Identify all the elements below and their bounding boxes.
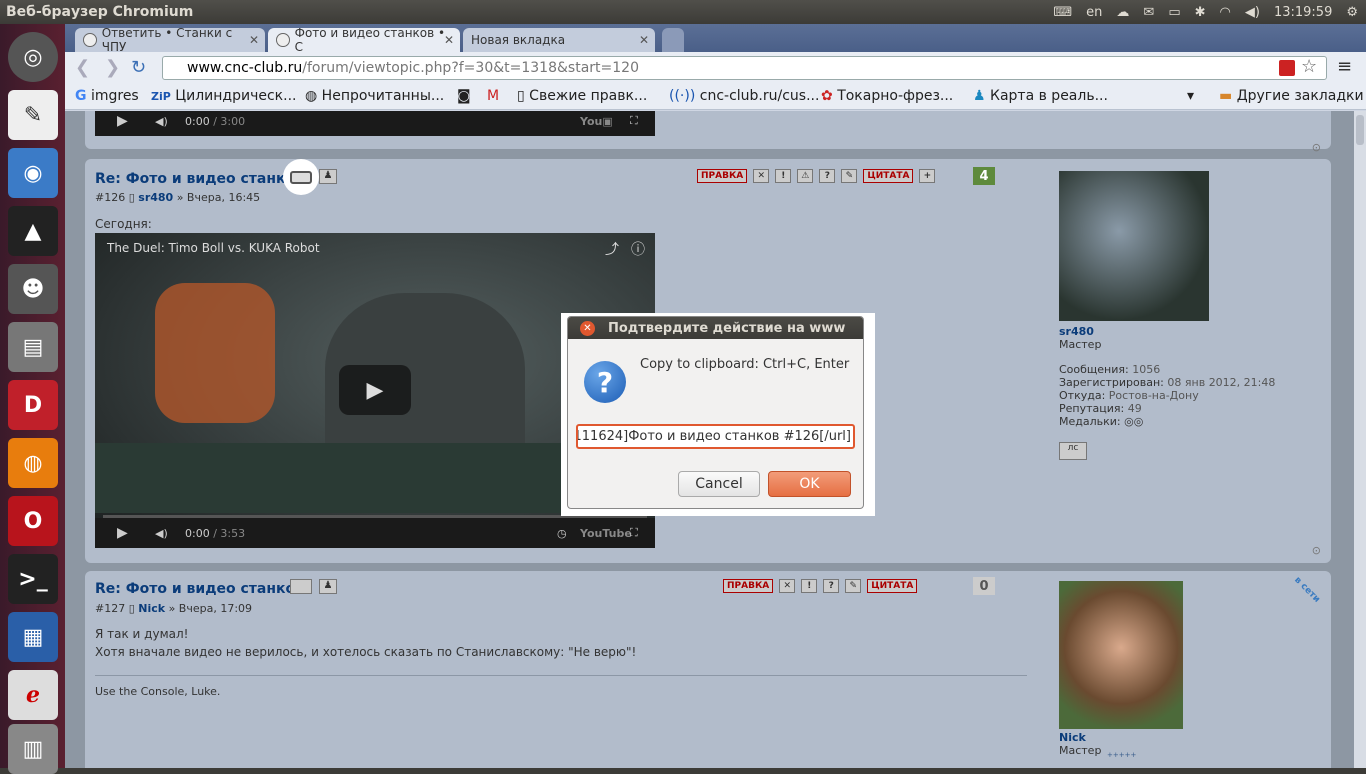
site-favicon-icon: ◍ [305,88,318,104]
unity-launcher: ◎ ✎ ◉ ▲ ☻ ▤ D ◍ O >_ ▦ ℯ ▥ [0,24,65,774]
confirm-dialog: Подтвердите действие на www ✕ ? Copy to … [567,316,864,509]
back-icon[interactable]: ❮ [75,57,90,78]
pidgin-icon[interactable]: ☻ [8,264,58,314]
files-icon[interactable]: ▤ [8,322,58,372]
battery-icon[interactable]: ▭ [1168,5,1180,20]
browser-toolbar: ❮ ❯ ↻ www.cnc-club.ru /forum/viewtopic.p… [65,52,1366,84]
bookmark-star-icon[interactable]: ☆ [1301,56,1317,77]
dialog-message: Copy to clipboard: Ctrl+C, Enter [640,357,850,372]
writer-icon[interactable]: ▦ [8,612,58,662]
gmail-icon: M [487,88,500,104]
tab-photo-video[interactable]: Фото и видео станков • С ✕ [268,26,460,54]
forward-icon[interactable]: ❯ [105,57,120,78]
blender-icon[interactable]: ◍ [8,438,58,488]
bookmark-fresh-edits[interactable]: ▯ Свежие правк... [517,88,647,104]
keyboard-icon[interactable]: ⌨ [1053,5,1072,20]
flash-blocked-icon[interactable] [1279,60,1295,76]
trash-icon[interactable]: ▥ [8,724,58,774]
system-top-bar: Веб-браузер Chromium ⌨ en ☁ ✉ ▭ ✱ ◠ ◀) 1… [0,0,1366,24]
menu-icon[interactable]: ≡ [1337,56,1352,77]
bookmark-icon-1[interactable]: ◙ [457,88,471,104]
tab-reply[interactable]: Ответить • Станки с ЧПУ ✕ [75,26,265,54]
mail-icon[interactable]: ✉ [1143,5,1154,20]
inkscape-icon[interactable]: ▲ [8,206,58,256]
close-tab-icon[interactable]: ✕ [249,33,259,47]
address-bar[interactable]: www.cnc-club.ru /forum/viewtopic.php?f=3… [162,56,1327,80]
flower-icon: ✿ [821,88,833,104]
power-icon[interactable]: ⚙ [1346,5,1358,20]
close-icon[interactable]: ✕ [580,321,595,336]
dialog-backdrop: Подтвердите действие на www ✕ ? Copy to … [561,313,875,516]
page-icon: ▯ [517,88,525,104]
bookmark-turning[interactable]: ✿ Токарно-фрез... [821,88,953,104]
reload-icon[interactable]: ↻ [131,57,146,78]
camera-icon: ◙ [457,88,471,104]
cancel-button[interactable]: Cancel [678,471,760,497]
bookmark-map[interactable]: ♟ Карта в реаль... [973,88,1108,104]
clock[interactable]: 13:19:59 [1274,5,1332,20]
terminal-icon[interactable]: >_ [8,554,58,604]
bookmarks-bar: G imgres ZiP Цилиндрическ... ◍ Непрочита… [65,84,1366,110]
google-icon: G [75,88,87,104]
signal-icon: ((·)) [669,88,696,104]
language-indicator[interactable]: en [1086,5,1102,20]
text-editor-icon[interactable]: ✎ [8,90,58,140]
opera-icon[interactable]: O [8,496,58,546]
site-favicon-icon [83,33,97,47]
close-tab-icon[interactable]: ✕ [639,33,649,47]
zip-icon: ZiP [151,90,171,103]
clipboard-input[interactable]: 111624]Фото и видео станков #126[/url] [576,424,855,449]
new-tab-button[interactable] [662,28,684,52]
window-title: Веб-браузер Chromium [6,4,194,20]
site-favicon-icon [276,33,290,47]
draftsight-icon[interactable]: D [8,380,58,430]
tab-label: Ответить • Станки с ЧПУ [101,26,233,54]
system-tray: ⌨ en ☁ ✉ ▭ ✱ ◠ ◀) 13:19:59 ⚙ [1053,0,1358,24]
scrollbar-thumb[interactable] [1356,115,1364,145]
map-pin-icon: ♟ [973,88,986,104]
url-path: /forum/viewtopic.php?f=30&t=1318&start=1… [302,60,639,76]
tab-label: Фото и видео станков • С [294,26,446,54]
tab-strip: Ответить • Станки с ЧПУ ✕ Фото и видео с… [65,24,1366,54]
cloud-icon[interactable]: ☁ [1116,5,1129,20]
bookmark-gmail[interactable]: M [487,88,499,104]
ok-button[interactable]: OK [768,471,851,497]
close-tab-icon[interactable]: ✕ [444,33,454,47]
volume-icon[interactable]: ◀) [1245,5,1260,20]
chromium-icon[interactable]: ◉ [8,148,58,198]
url-host: www.cnc-club.ru [187,60,303,76]
bookmark-cylindrical[interactable]: ZiP Цилиндрическ... [151,88,297,104]
bookmark-imgres[interactable]: G imgres [75,88,139,104]
bookmark-cnc-club[interactable]: ((·)) cnc-club.ru/cus... [669,88,819,104]
other-bookmarks[interactable]: ▬ Другие закладки [1219,88,1364,104]
dialog-titlebar: Подтвердите действие на www [568,317,863,339]
tab-new[interactable]: Новая вкладка ✕ [463,28,655,52]
tab-label: Новая вкладка [471,33,566,47]
dialog-title: Подтвердите действие на www [608,320,846,336]
qcad-icon[interactable]: ℯ [8,670,58,720]
bookmarks-overflow-icon[interactable]: ▾ [1187,88,1194,104]
ubuntu-dash-icon[interactable]: ◎ [8,32,58,82]
wifi-icon[interactable]: ◠ [1220,5,1231,20]
page-scrollbar[interactable] [1354,111,1366,768]
folder-icon: ▬ [1219,88,1233,104]
bookmark-unread[interactable]: ◍ Непрочитанны... [305,88,444,104]
question-icon: ? [584,361,626,403]
bluetooth-icon[interactable]: ✱ [1195,5,1206,20]
